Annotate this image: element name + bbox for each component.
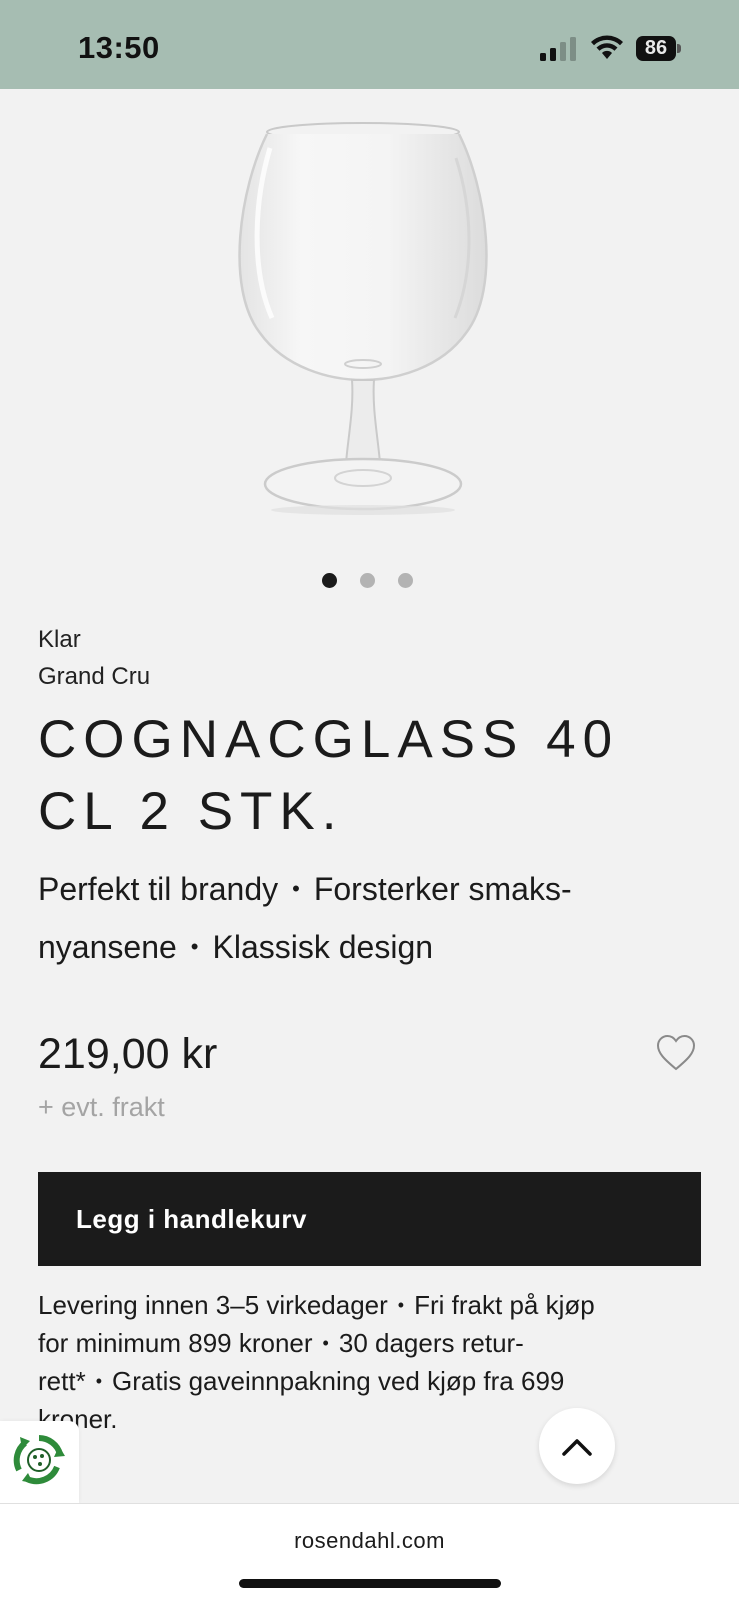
status-bar: 13:50 86 xyxy=(0,0,739,89)
chevron-up-icon xyxy=(562,1439,592,1456)
battery-indicator: 86 xyxy=(636,36,681,61)
status-time: 13:50 xyxy=(78,30,160,65)
url-text[interactable]: rosendahl.com xyxy=(0,1528,739,1554)
bullet-separator: • xyxy=(397,1295,405,1315)
eco-badge[interactable] xyxy=(0,1421,79,1503)
add-to-cart-button[interactable]: Legg i handlekurv xyxy=(38,1172,701,1266)
delivery-item: for minimum 899 kroner xyxy=(38,1328,313,1358)
gallery-dot-3[interactable] xyxy=(398,573,413,588)
shipping-note: + evt. frakt xyxy=(38,1092,165,1122)
battery-tip xyxy=(677,44,681,53)
gallery-dot-1[interactable] xyxy=(322,573,337,588)
bullet-separator: • xyxy=(292,876,300,901)
home-indicator[interactable] xyxy=(239,1579,501,1588)
product-collection[interactable]: Grand Cru xyxy=(38,663,150,691)
wifi-icon xyxy=(591,35,623,59)
cellular-signal-icon xyxy=(540,37,576,61)
gallery-dot-2[interactable] xyxy=(360,573,375,588)
usp-item: Perfekt til brandy xyxy=(38,871,279,907)
delivery-item: rett* xyxy=(38,1366,86,1396)
bullet-separator: • xyxy=(190,934,199,959)
bullet-separator: • xyxy=(95,1371,102,1391)
usp-item: Forsterker smaks- xyxy=(313,871,572,907)
delivery-info: Levering innen 3–5 virkedager • Fri frakt … xyxy=(38,1286,713,1438)
product-image-cognac-glass[interactable] xyxy=(230,118,510,533)
recycle-badge-icon xyxy=(13,1435,65,1485)
gallery-pagination xyxy=(0,573,739,589)
delivery-item: Levering innen 3–5 virkedager xyxy=(38,1290,388,1320)
delivery-item: Gratis gaveinnpakning ved kjøp fra 699 xyxy=(112,1366,565,1396)
scroll-to-top-button[interactable] xyxy=(539,1408,615,1484)
usp-item-continuation: nyansene xyxy=(38,929,177,965)
delivery-item: Fri frakt på kjøp xyxy=(414,1290,595,1320)
product-usps: Perfekt til brandy • Forsterker smaks-nyan… xyxy=(38,860,728,976)
usp-item: Klassisk design xyxy=(212,929,434,965)
product-color: Klar xyxy=(38,626,81,653)
favorite-heart-icon[interactable] xyxy=(656,1034,696,1072)
product-title-line-1: COGNACGLASS 40 xyxy=(38,710,620,769)
bullet-separator: • xyxy=(322,1333,329,1353)
product-title-line-2: CL 2 STK. xyxy=(38,782,344,841)
product-title: COGNACGLASS 40 CL 2 STK. xyxy=(38,704,718,848)
browser-url-bar[interactable]: rosendahl.com xyxy=(0,1503,739,1600)
product-price: 219,00 kr xyxy=(38,1030,218,1078)
battery-level: 86 xyxy=(636,36,676,61)
delivery-item: 30 dagers retur- xyxy=(338,1328,524,1358)
